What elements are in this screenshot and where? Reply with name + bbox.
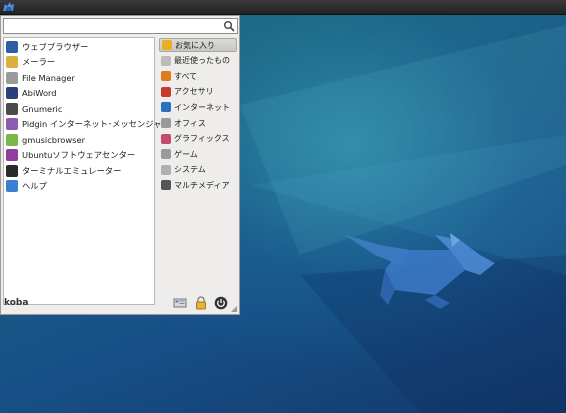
terminal-icon	[6, 164, 18, 177]
resize-grip[interactable]	[231, 306, 237, 312]
favorite-item-label: Gnumeric	[22, 103, 63, 114]
favorite-item-label: gmusicbrowser	[22, 134, 85, 145]
top-panel	[0, 0, 566, 15]
all-apps-icon	[161, 71, 171, 82]
favorite-item-label: Pidgin インターネット･メッセンジャー	[22, 119, 170, 129]
favorites-list: ウェブブラウザー メーラー File Manager AbiWord Gnumeric P…	[3, 37, 170, 305]
software-center-icon	[6, 149, 18, 161]
mail-icon	[6, 56, 18, 68]
star-icon	[162, 40, 172, 50]
application-menu: ウェブブラウザー メーラー File Manager AbiWord Gnumeric P…	[0, 15, 240, 315]
category-item[interactable]: ゲーム	[159, 147, 237, 161]
favorite-item[interactable]: Pidgin インターネット･メッセンジャー	[6, 117, 170, 132]
favorite-item[interactable]: ヘルプ	[6, 179, 47, 194]
category-item[interactable]: お気に入り	[159, 38, 237, 52]
favorite-item[interactable]: ウェブブラウザー	[6, 39, 88, 54]
system-icon	[161, 164, 171, 175]
category-item[interactable]: インターネット	[159, 100, 237, 114]
category-item-label: システム	[174, 165, 206, 175]
category-item[interactable]: マルチメディア	[159, 178, 237, 192]
web-browser-icon	[6, 40, 18, 53]
graphics-icon	[161, 133, 171, 144]
category-item[interactable]: 最近使ったもの	[159, 54, 237, 68]
favorite-item[interactable]: ターミナルエミュレーター	[6, 163, 121, 178]
favorite-item-label: File Manager	[22, 72, 75, 83]
category-item-label: お気に入り	[175, 40, 215, 50]
category-item-label: 最近使ったもの	[174, 56, 230, 66]
wallpaper-mouse-logo	[345, 233, 495, 309]
search-icon	[224, 21, 235, 32]
username: koba	[4, 298, 29, 308]
category-item-label: インターネット	[174, 102, 230, 112]
multimedia-icon	[161, 180, 171, 191]
category-item[interactable]: すべて	[159, 69, 237, 83]
favorite-item-label: メーラー	[22, 57, 56, 67]
category-item-label: ゲーム	[174, 149, 198, 159]
help-icon	[6, 180, 18, 192]
favorite-item-label: ターミナルエミュレーター	[22, 165, 122, 176]
pidgin-icon	[6, 118, 18, 130]
internet-icon	[161, 102, 171, 113]
favorite-item-label: Ubuntuソフトウェアセンター	[22, 150, 136, 160]
category-item[interactable]: システム	[159, 163, 237, 177]
category-item-label: マルチメディア	[174, 180, 230, 190]
favorite-item[interactable]: gmusicbrowser	[6, 132, 85, 147]
favorite-item-label: AbiWord	[22, 88, 57, 98]
favorite-item[interactable]: File Manager	[6, 70, 75, 85]
gnumeric-icon	[6, 102, 18, 115]
logout-button[interactable]	[214, 296, 228, 310]
games-icon	[161, 149, 171, 160]
category-item[interactable]: グラフィックス	[159, 132, 237, 146]
category-item-label: グラフィックス	[174, 134, 230, 144]
gmusicbrowser-icon	[6, 133, 18, 146]
abiword-icon	[6, 87, 18, 99]
file-manager-icon	[6, 71, 18, 84]
favorite-item[interactable]: メーラー	[6, 55, 55, 70]
category-item[interactable]: オフィス	[159, 116, 237, 130]
category-item-label: すべて	[174, 71, 198, 81]
category-item[interactable]: アクセサリ	[159, 85, 237, 99]
favorite-item-label: ウェブブラウザー	[22, 41, 89, 52]
category-item-label: アクセサリ	[174, 87, 214, 97]
favorite-item[interactable]: Gnumeric	[6, 101, 62, 116]
whisker-menu-icon[interactable]	[2, 1, 15, 13]
settings-manager-button[interactable]	[173, 296, 187, 310]
clock-icon	[161, 55, 171, 66]
lock-screen-button[interactable]	[194, 296, 208, 310]
office-icon	[161, 118, 171, 128]
accessories-icon	[161, 86, 171, 97]
search-input[interactable]	[3, 18, 238, 34]
favorite-item[interactable]: AbiWord	[6, 86, 57, 101]
favorite-item[interactable]: Ubuntuソフトウェアセンター	[6, 148, 135, 163]
favorite-item-label: ヘルプ	[22, 181, 47, 191]
category-item-label: オフィス	[174, 118, 206, 128]
